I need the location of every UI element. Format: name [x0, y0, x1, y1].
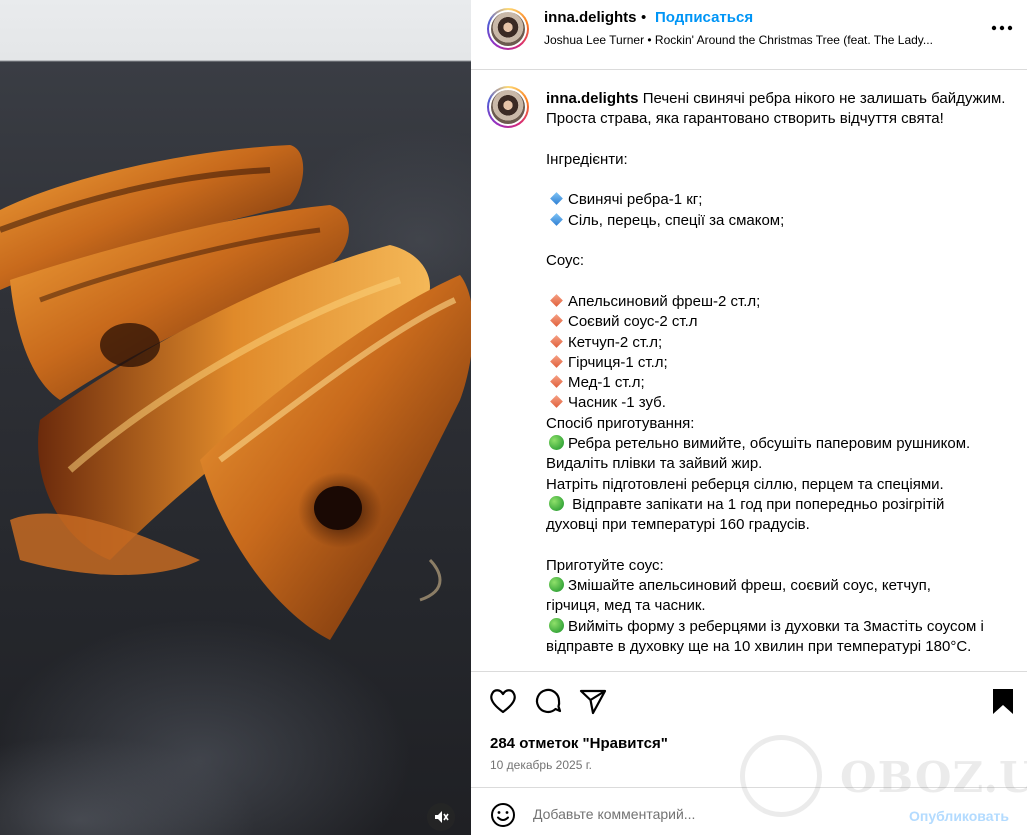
orange-diamond-icon — [550, 354, 563, 368]
emoji-icon[interactable] — [490, 802, 516, 828]
caption-avatar[interactable] — [487, 86, 529, 128]
green-circle-icon — [549, 577, 564, 593]
post-media[interactable] — [0, 0, 471, 835]
blue-diamond-icon — [550, 212, 563, 226]
sauce-item: Часник -1 зуб. — [546, 393, 1008, 413]
post-header: inna.delights • Подписаться Joshua Lee T… — [471, 0, 1027, 70]
post-date[interactable]: 10 декабрь 2025 г. — [490, 758, 592, 772]
sauce-item: Апельсиновий фреш-2 ст.л; — [546, 292, 1008, 312]
method-step-cont: духовці при температурі 160 градусів. — [546, 516, 810, 534]
post-panel: inna.delights • Подписаться Joshua Lee T… — [471, 0, 1027, 835]
method-step-cont: Видаліть плівки та зайвий жир. — [546, 455, 763, 473]
sauce-title: Соус: — [546, 252, 585, 270]
comment-icon[interactable] — [533, 686, 563, 716]
post-comment-button[interactable]: Опубликовать — [909, 808, 1009, 824]
green-circle-icon — [549, 435, 564, 451]
follow-button[interactable]: Подписаться — [655, 9, 753, 26]
ribs-photo — [0, 145, 471, 640]
share-icon[interactable] — [578, 686, 608, 716]
post-actions: 284 отметок "Нравится" 10 декабрь 2025 г… — [471, 671, 1027, 835]
method-step-cont: відправте в духовку ще на 10 хвилин при … — [546, 638, 972, 656]
bookmark-icon[interactable] — [988, 686, 1018, 716]
music-info[interactable]: Joshua Lee Turner • Rockin' Around the C… — [544, 33, 974, 47]
blue-diamond-icon — [550, 192, 563, 206]
comment-composer: Опубликовать — [471, 787, 1027, 835]
method-title: Спосіб приготування: — [546, 414, 695, 432]
orange-diamond-icon — [550, 395, 563, 409]
green-circle-icon — [549, 617, 564, 633]
caption-scroll-area[interactable]: inna.delights Печені свинячі ребра ніког… — [471, 71, 1027, 671]
method-step-cont: Натріть підготовлені реберця сіллю, перц… — [546, 475, 944, 493]
orange-diamond-icon — [550, 294, 563, 307]
sauce-item: Мед-1 ст.л; — [546, 373, 1008, 393]
green-circle-icon — [549, 495, 564, 511]
sauce-prep-title: Приготуйте соус: — [546, 556, 664, 574]
more-options-icon[interactable] — [988, 18, 1016, 38]
ingredient-item: Сіль, перець, спеції за смаком; — [546, 211, 1008, 231]
method-step: Вийміть форму з реберцями із духовки та … — [546, 617, 1008, 637]
sauce-item: Соєвий соус-2 ст.л — [546, 312, 1008, 332]
heart-icon[interactable] — [488, 686, 518, 716]
method-step-cont: гірчиця, мед та часник. — [546, 597, 706, 615]
orange-diamond-icon — [550, 314, 563, 328]
header-username[interactable]: inna.delights — [544, 9, 637, 26]
method-step: Ребра ретельно вимийте, обсушіть паперов… — [546, 434, 1008, 454]
caption-username[interactable]: inna.delights — [546, 90, 639, 107]
sauce-item: Гірчиця-1 ст.л; — [546, 353, 1008, 373]
orange-diamond-icon — [550, 334, 563, 348]
ingredients-title: Інгредієнти: — [546, 150, 628, 168]
sauce-item: Кетчуп-2 ст.л; — [546, 333, 1008, 353]
orange-diamond-icon — [550, 375, 563, 389]
like-count[interactable]: 284 отметок "Нравится" — [490, 735, 668, 752]
mute-button[interactable] — [427, 803, 455, 831]
avatar[interactable] — [487, 8, 529, 50]
method-step: Змішайте апельсиновий фреш, соєвий соус,… — [546, 576, 1008, 596]
muted-speaker-icon — [435, 811, 449, 823]
caption-text: inna.delights Печені свинячі ребра ніког… — [546, 89, 1008, 657]
ingredient-item: Свинячі ребра-1 кг; — [546, 190, 1008, 210]
comment-input[interactable] — [533, 800, 893, 828]
method-step: Відправте запікати на 1 год при попередн… — [546, 495, 1008, 515]
separator-dot: • — [641, 9, 647, 26]
